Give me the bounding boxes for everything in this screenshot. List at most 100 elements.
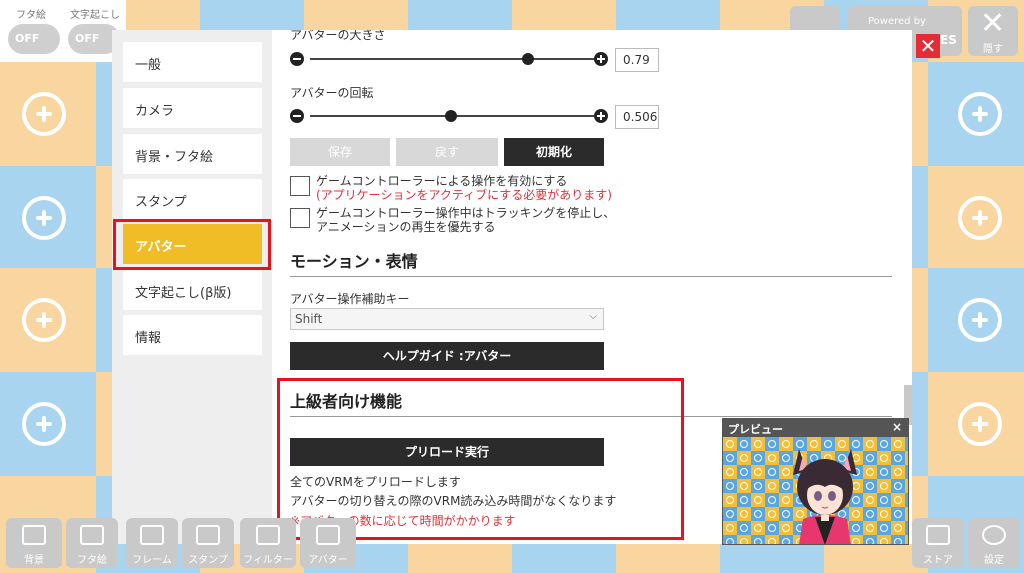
plus-icon[interactable] <box>594 52 608 66</box>
preview-dot-icon <box>768 524 776 532</box>
modal-close-icon[interactable]: ✕ <box>916 34 940 58</box>
preview-tile <box>863 535 877 544</box>
preview-tile <box>877 465 891 479</box>
hide-button[interactable]: ✕ 隠す <box>968 6 1018 56</box>
preview-tile <box>751 535 765 544</box>
avatar-rotation-label: アバターの回転 <box>290 86 374 100</box>
assist-key-select[interactable]: Shift ⌵ <box>290 308 604 330</box>
preview-dot-icon <box>754 496 762 504</box>
sidebar-item-background[interactable]: 背景・フタ絵 <box>123 134 262 174</box>
add-slot-icon[interactable] <box>958 402 1002 446</box>
avatar-size-label: アバターの大きさ <box>290 30 386 42</box>
preview-tile <box>723 451 737 465</box>
preview-window[interactable]: プレビュー × <box>722 418 909 545</box>
toolbar-settings-button[interactable]: 設定 <box>968 518 1020 568</box>
slider-thumb[interactable] <box>445 110 457 122</box>
sidebar-item-general[interactable]: 一般 <box>123 42 262 82</box>
slider-thumb[interactable] <box>522 53 534 65</box>
preview-tile <box>863 451 877 465</box>
preview-dot-icon <box>894 454 902 462</box>
toolbar-frame-button[interactable]: フレーム <box>126 518 178 568</box>
preview-tile <box>765 437 779 451</box>
preview-tile <box>863 465 877 479</box>
slider-track[interactable] <box>310 58 594 60</box>
toolbar-avatar-button[interactable]: アバター <box>300 518 356 568</box>
gamepad-priority-checkbox[interactable] <box>290 208 310 228</box>
preview-dot-icon <box>894 496 902 504</box>
toolbar-filter-button[interactable]: フィルター <box>240 518 296 568</box>
add-slot-icon[interactable] <box>22 298 66 342</box>
preview-dot-icon <box>866 468 874 476</box>
toggle-transcribe-title: 文字起こし <box>70 10 120 21</box>
gamepad-priority-label: ゲームコントローラー操作中はトラッキングを停止し、 アニメーションの再生を優先す… <box>316 206 616 234</box>
preview-tile <box>863 437 877 451</box>
preview-dot-icon <box>768 454 776 462</box>
revert-button[interactable]: 戻す <box>396 138 498 166</box>
add-slot-icon[interactable] <box>22 92 66 136</box>
settings-icon <box>982 525 1006 545</box>
preview-dot-icon <box>740 440 748 448</box>
sidebar-item-info[interactable]: 情報 <box>123 315 262 355</box>
toolbar-store-button[interactable]: ストア <box>912 518 964 568</box>
motion-section-title: モーション・表情 <box>290 252 418 271</box>
plus-icon[interactable] <box>594 109 608 123</box>
preview-dot-icon <box>740 454 748 462</box>
preview-dot-icon <box>726 496 734 504</box>
avatar-size-slider[interactable] <box>290 52 610 72</box>
preview-tile <box>751 451 765 465</box>
gamepad-enable-warning: (アプリケーションをアクティブにする必要があります) <box>316 188 612 202</box>
avatar-size-value[interactable]: 0.79 <box>615 48 659 72</box>
avatar-rotation-slider[interactable] <box>290 109 610 129</box>
preview-tile <box>765 507 779 521</box>
add-slot-icon[interactable] <box>958 92 1002 136</box>
preview-dot-icon <box>726 510 734 518</box>
preview-dot-icon <box>754 468 762 476</box>
preview-dot-icon <box>894 482 902 490</box>
add-slot-icon[interactable] <box>958 196 1002 240</box>
save-button[interactable]: 保存 <box>290 138 390 166</box>
preview-dot-icon <box>880 440 888 448</box>
filter-icon <box>256 525 280 545</box>
toggle-cover-switch[interactable]: OFF <box>8 24 60 54</box>
toolbar-stamp-button[interactable]: スタンプ <box>182 518 234 568</box>
avatar-preview-image <box>793 449 857 544</box>
preview-tile <box>877 451 891 465</box>
store-icon <box>926 525 950 545</box>
add-slot-icon[interactable] <box>22 402 66 446</box>
avatar-rotation-value[interactable]: 0.506 <box>615 105 659 129</box>
add-slot-icon[interactable] <box>958 298 1002 342</box>
preview-tile <box>737 535 751 544</box>
preview-tile <box>751 479 765 493</box>
gamepad-enable-checkbox[interactable] <box>290 176 310 196</box>
preview-tile <box>737 521 751 535</box>
sidebar-item-stamp[interactable]: スタンプ <box>123 179 262 219</box>
preview-tile <box>737 479 751 493</box>
toolbar-cover-button[interactable]: フタ絵 <box>66 518 118 568</box>
reset-button[interactable]: 初期化 <box>504 138 604 166</box>
minus-icon[interactable] <box>290 52 304 66</box>
preview-tile <box>891 493 905 507</box>
preview-close-icon[interactable]: × <box>892 420 902 434</box>
preview-tile <box>723 479 737 493</box>
sidebar-item-transcription[interactable]: 文字起こし(β版) <box>123 270 262 310</box>
preview-tile <box>765 535 779 544</box>
preview-dot-icon <box>740 524 748 532</box>
preview-header[interactable]: プレビュー × <box>723 419 908 437</box>
preview-dot-icon <box>768 468 776 476</box>
preview-tile <box>723 465 737 479</box>
frame-icon <box>140 525 164 545</box>
preview-dot-icon <box>880 482 888 490</box>
preview-tile <box>751 521 765 535</box>
preview-tile <box>877 479 891 493</box>
preview-tile <box>863 507 877 521</box>
sidebar-item-camera[interactable]: カメラ <box>123 88 262 128</box>
add-slot-icon[interactable] <box>22 196 66 240</box>
preview-tile <box>863 521 877 535</box>
preview-dot-icon <box>740 510 748 518</box>
toolbar-background-button[interactable]: 背景 <box>6 518 62 568</box>
preview-tile <box>905 507 908 521</box>
help-guide-button[interactable]: ヘルプガイド :アバター <box>290 342 604 370</box>
minus-icon[interactable] <box>290 109 304 123</box>
preview-tile <box>905 479 908 493</box>
preview-tile <box>891 521 905 535</box>
